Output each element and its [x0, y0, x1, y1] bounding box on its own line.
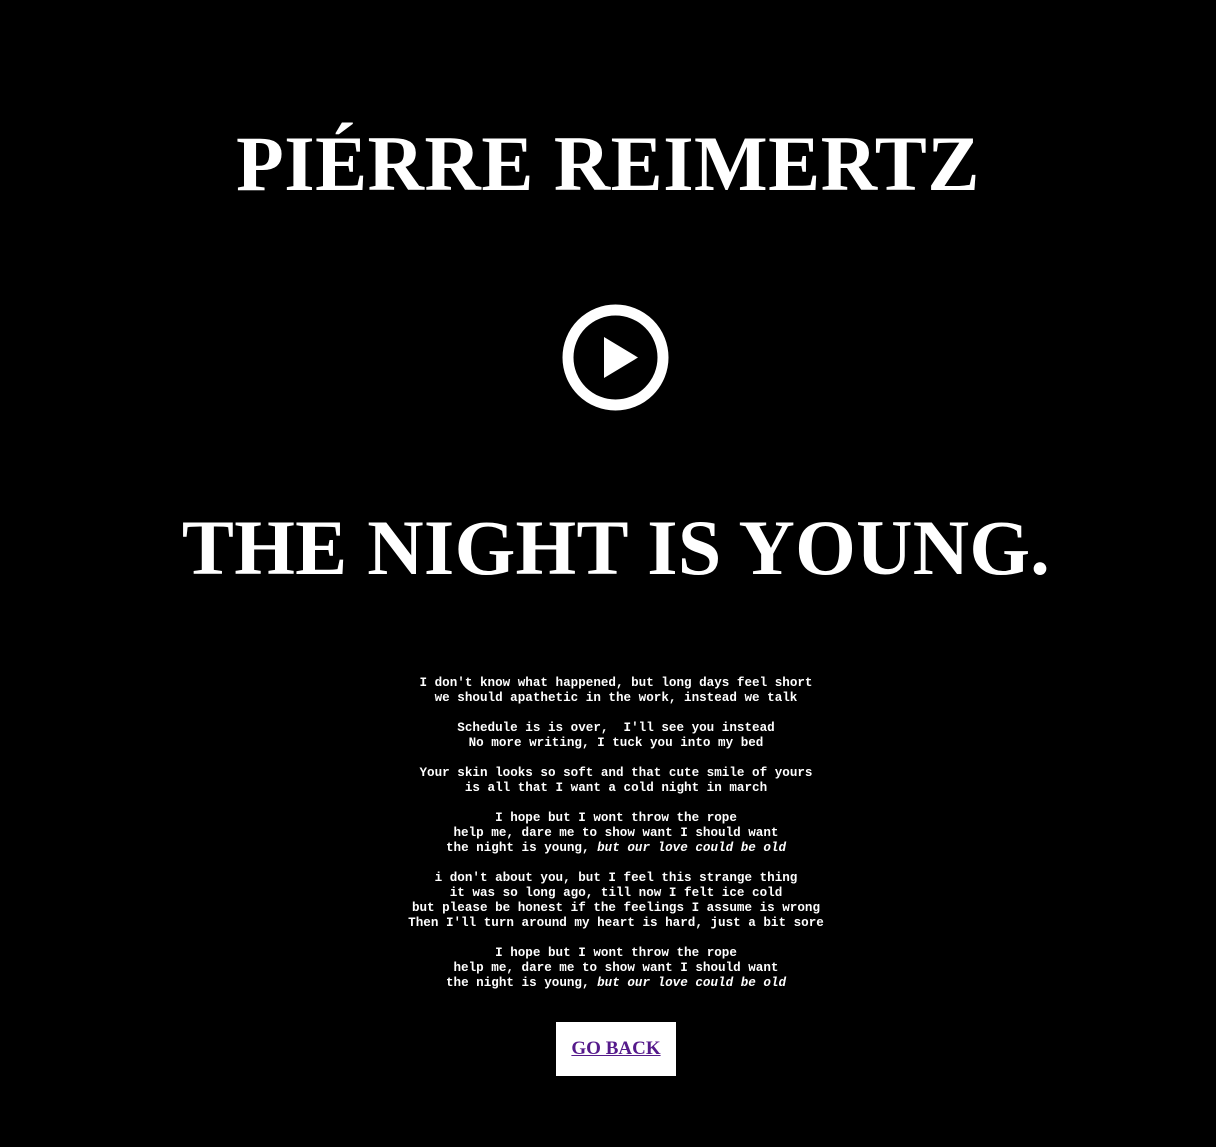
lyric-line: I hope but I wont throw the rope [0, 946, 1216, 961]
page: PIÉRRE REIMERTZ THE NIGHT IS YOUNG. I do… [0, 0, 1216, 1147]
lyrics: I don't know what happened, but long day… [0, 676, 1216, 1006]
lyric-text: Schedule is is over, I'll see you instea… [457, 721, 775, 735]
lyric-line: I hope but I wont throw the rope [0, 811, 1216, 826]
lyric-text: No more writing, I tuck you into my bed [468, 736, 764, 750]
lyric-text: but please be honest if the feelings I a… [411, 901, 821, 915]
lyric-line: help me, dare me to show want I should w… [0, 961, 1216, 976]
lyric-text: I hope but I wont throw the rope [495, 811, 737, 825]
lyrics-stanza: Your skin looks so soft and that cute sm… [0, 766, 1216, 796]
lyric-text: help me, dare me to show want I should w… [453, 961, 779, 975]
lyric-line: I don't know what happened, but long day… [0, 676, 1216, 691]
lyrics-stanza: I hope but I wont throw the rope help me,… [0, 811, 1216, 856]
lyric-line: No more writing, I tuck you into my bed [0, 736, 1216, 751]
lyric-line: Schedule is is over, I'll see you instea… [0, 721, 1216, 736]
lyric-line: we should apathetic in the work, instead… [0, 691, 1216, 706]
song-title: THE NIGHT IS YOUNG. [181, 504, 1051, 591]
lyric-line: but please be honest if the feelings I a… [0, 901, 1216, 916]
lyric-text: it was so long ago, till now I felt ice … [449, 886, 783, 900]
lyric-text: we should apathetic in the work, instead… [434, 691, 798, 705]
lyrics-stanza: I hope but I wont throw the rope help me,… [0, 946, 1216, 991]
artist-name: PIÉRRE REIMERTZ [236, 120, 980, 207]
play-circle-icon [562, 304, 669, 411]
lyric-line: the night is young, but our love could b… [0, 841, 1216, 856]
lyric-text: Your skin looks so soft and that cute sm… [419, 766, 813, 780]
lyric-text: I don't know what happened, but long day… [419, 676, 813, 690]
lyric-line: Then I'll turn around my heart is hard, … [0, 916, 1216, 931]
lyric-line: is all that I want a cold night in march [0, 781, 1216, 796]
lyric-text: I hope but I wont throw the rope [495, 946, 737, 960]
lyric-line: the night is young, but our love could b… [0, 976, 1216, 991]
lyric-italic-text: but our love could be old [597, 976, 787, 990]
lyric-text: is all that I want a cold night in march [464, 781, 768, 795]
lyrics-stanza: I don't know what happened, but long day… [0, 676, 1216, 706]
lyric-text: Then I'll turn around my heart is hard, … [408, 916, 824, 930]
lyric-text: the night is young, [445, 841, 598, 855]
lyric-text: i don't about you, but I feel this stran… [434, 871, 798, 885]
lyric-text: help me, dare me to show want I should w… [453, 826, 779, 840]
lyrics-stanza: i don't about you, but I feel this stran… [0, 871, 1216, 931]
lyric-line: Your skin looks so soft and that cute sm… [0, 766, 1216, 781]
lyric-text: the night is young, [445, 976, 598, 990]
lyric-italic-text: but our love could be old [597, 841, 787, 855]
go-back-button[interactable]: GO BACK [556, 1022, 676, 1076]
lyric-line: help me, dare me to show want I should w… [0, 826, 1216, 841]
play-button[interactable] [562, 304, 669, 411]
lyrics-stanza: Schedule is is over, I'll see you instea… [0, 721, 1216, 751]
lyric-line: i don't about you, but I feel this stran… [0, 871, 1216, 886]
lyric-line: it was so long ago, till now I felt ice … [0, 886, 1216, 901]
